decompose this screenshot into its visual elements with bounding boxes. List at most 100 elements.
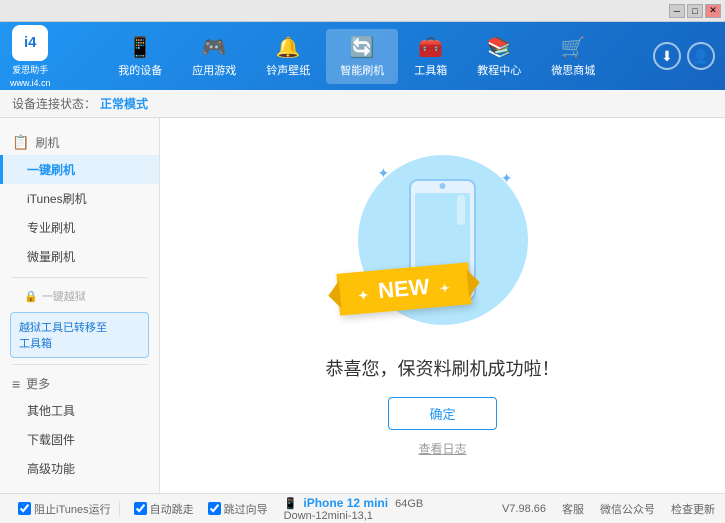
nav-tutorials[interactable]: 📚 教程中心 <box>463 29 535 84</box>
logo-icon: i4 <box>12 25 48 61</box>
footer: 阻止iTunes运行 自动跳走 跳过向导 📱 iPhone 12 mini 64… <box>0 493 725 523</box>
toolbox-label: 工具箱 <box>414 62 447 78</box>
ringtones-label: 铃声壁纸 <box>266 62 310 78</box>
nav-apps-games[interactable]: 🎮 应用游戏 <box>178 29 250 84</box>
logo: i4 爱思助手 www.i4.cn <box>10 25 51 88</box>
new-badge-text: NEW <box>377 273 430 302</box>
logo-text-line2: www.i4.cn <box>10 78 51 88</box>
jailbreak-label: 一键越狱 <box>42 288 86 304</box>
skip-wizard-checkbox-container[interactable]: 跳过向导 <box>208 501 268 517</box>
footer-left: 阻止iTunes运行 自动跳走 跳过向导 📱 iPhone 12 mini 64… <box>10 496 502 522</box>
nav-ringtones[interactable]: 🔔 铃声壁纸 <box>252 29 324 84</box>
sidebar-item-other-tools[interactable]: 其他工具 <box>0 396 159 425</box>
more-section-label: 更多 <box>26 375 50 392</box>
success-message: 恭喜您，保资料刷机成功啦！ <box>326 355 560 381</box>
auto-jump-checkbox[interactable] <box>134 502 147 515</box>
sidebar-section-jailbreak: 🔒 一键越狱 <box>0 284 159 308</box>
minimize-button[interactable]: ─ <box>669 4 685 18</box>
stop-itunes-checkbox[interactable] <box>18 502 31 515</box>
logo-text-line1: 爱思助手 <box>12 63 48 76</box>
sidebar-item-micro-flash[interactable]: 微量刷机 <box>0 242 159 271</box>
auto-jump-checkbox-container[interactable]: 自动跳走 <box>134 501 194 517</box>
window-controls: ─ □ ✕ <box>669 4 721 18</box>
check-update-link[interactable]: 检查更新 <box>671 501 715 517</box>
skip-wizard-checkbox[interactable] <box>208 502 221 515</box>
sidebar-item-advanced[interactable]: 高级功能 <box>0 454 159 483</box>
download-button[interactable]: ⬇ <box>653 42 681 70</box>
jailbreak-notice: 越狱工具已转移至工具箱 <box>10 312 149 358</box>
device-info: 📱 iPhone 12 mini 64GB Down-12mini-13,1 <box>284 496 424 522</box>
auto-jump-label: 自动跳走 <box>150 501 194 517</box>
sparkle-1: ✦ <box>378 165 390 182</box>
phone-illustration: ✦ ✦ ✦ <box>353 155 533 335</box>
status-bar: 设备连接状态： 正常模式 <box>0 90 725 118</box>
device-storage: 64GB <box>395 498 423 510</box>
sidebar-item-download-firmware[interactable]: 下载固件 <box>0 425 159 454</box>
new-ribbon: ✦ NEW ✦ <box>336 262 471 315</box>
itunes-flash-label: iTunes刷机 <box>27 192 87 206</box>
phone-device-icon: 📱 <box>284 498 298 510</box>
stop-itunes-label: 阻止iTunes运行 <box>34 501 111 517</box>
nav-smart-flash[interactable]: 🔄 智能刷机 <box>326 29 398 84</box>
new-sparkle-left: ✦ <box>357 288 368 303</box>
my-device-icon: 📱 <box>128 35 153 60</box>
header-right: ⬇ 👤 <box>653 42 715 70</box>
device-name: iPhone 12 mini <box>303 496 388 510</box>
apps-label: 应用游戏 <box>192 62 236 78</box>
flash-section-label: 刷机 <box>35 134 59 151</box>
status-value: 正常模式 <box>100 95 148 112</box>
nav-my-device[interactable]: 📱 我的设备 <box>104 29 176 84</box>
header: i4 爱思助手 www.i4.cn 📱 我的设备 🎮 应用游戏 🔔 铃声壁纸 🔄… <box>0 22 725 90</box>
close-button[interactable]: ✕ <box>705 4 721 18</box>
maximize-button[interactable]: □ <box>687 4 703 18</box>
sidebar-item-one-key-flash[interactable]: 一键刷机 <box>0 155 159 184</box>
sidebar-section-more: ≡ 更多 <box>0 371 159 396</box>
tutorials-label: 教程中心 <box>477 62 521 78</box>
one-key-flash-label: 一键刷机 <box>27 163 75 177</box>
title-bar: ─ □ ✕ <box>0 0 725 22</box>
nav-weitui[interactable]: 🛒 微思商城 <box>537 29 609 84</box>
secondary-link[interactable]: 查看日志 <box>418 440 466 457</box>
ribbon-left-arrow <box>327 280 341 309</box>
content-area: ✦ ✦ ✦ <box>160 118 725 493</box>
micro-flash-label: 微量刷机 <box>27 250 75 264</box>
other-tools-label: 其他工具 <box>27 404 75 418</box>
lock-icon: 🔒 <box>24 290 38 303</box>
weitui-label: 微思商城 <box>551 62 595 78</box>
my-device-label: 我的设备 <box>118 62 162 78</box>
sidebar-section-flash: 📋 刷机 <box>0 130 159 155</box>
skip-wizard-label: 跳过向导 <box>224 501 268 517</box>
download-firmware-label: 下载固件 <box>27 433 75 447</box>
flash-section-icon: 📋 <box>12 134 29 151</box>
version-text: V7.98.66 <box>502 503 546 515</box>
more-section-icon: ≡ <box>12 376 20 392</box>
sidebar: 📋 刷机 一键刷机 iTunes刷机 专业刷机 微量刷机 🔒 一键越狱 越狱工具… <box>0 118 160 493</box>
tutorials-icon: 📚 <box>487 35 512 60</box>
main-content: 📋 刷机 一键刷机 iTunes刷机 专业刷机 微量刷机 🔒 一键越狱 越狱工具… <box>0 118 725 493</box>
stop-itunes: 阻止iTunes运行 <box>10 501 120 517</box>
sidebar-item-itunes-flash[interactable]: iTunes刷机 <box>0 184 159 213</box>
jailbreak-notice-text: 越狱工具已转移至工具箱 <box>19 322 107 350</box>
advanced-label: 高级功能 <box>27 462 75 476</box>
pro-flash-label: 专业刷机 <box>27 221 75 235</box>
smart-flash-icon: 🔄 <box>350 35 375 60</box>
footer-right: V7.98.66 客服 微信公众号 检查更新 <box>502 501 715 517</box>
smart-flash-label: 智能刷机 <box>340 62 384 78</box>
sparkle-2: ✦ <box>501 170 513 187</box>
customer-service-link[interactable]: 客服 <box>562 501 584 517</box>
sidebar-item-pro-flash[interactable]: 专业刷机 <box>0 213 159 242</box>
wechat-link[interactable]: 微信公众号 <box>600 501 655 517</box>
divider-2 <box>12 364 147 365</box>
device-firmware: Down-12mini-13,1 <box>284 510 373 522</box>
nav-bar: 📱 我的设备 🎮 应用游戏 🔔 铃声壁纸 🔄 智能刷机 🧰 工具箱 📚 教程中心… <box>61 29 653 84</box>
new-sparkle-right: ✦ <box>439 281 450 296</box>
apps-icon: 🎮 <box>202 35 227 60</box>
confirm-button[interactable]: 确定 <box>388 397 496 430</box>
ringtones-icon: 🔔 <box>276 35 301 60</box>
weitui-icon: 🛒 <box>561 35 586 60</box>
toolbox-icon: 🧰 <box>418 35 443 60</box>
user-button[interactable]: 👤 <box>687 42 715 70</box>
status-label: 设备连接状态： <box>12 95 96 112</box>
divider-1 <box>12 277 147 278</box>
nav-toolbox[interactable]: 🧰 工具箱 <box>400 29 461 84</box>
